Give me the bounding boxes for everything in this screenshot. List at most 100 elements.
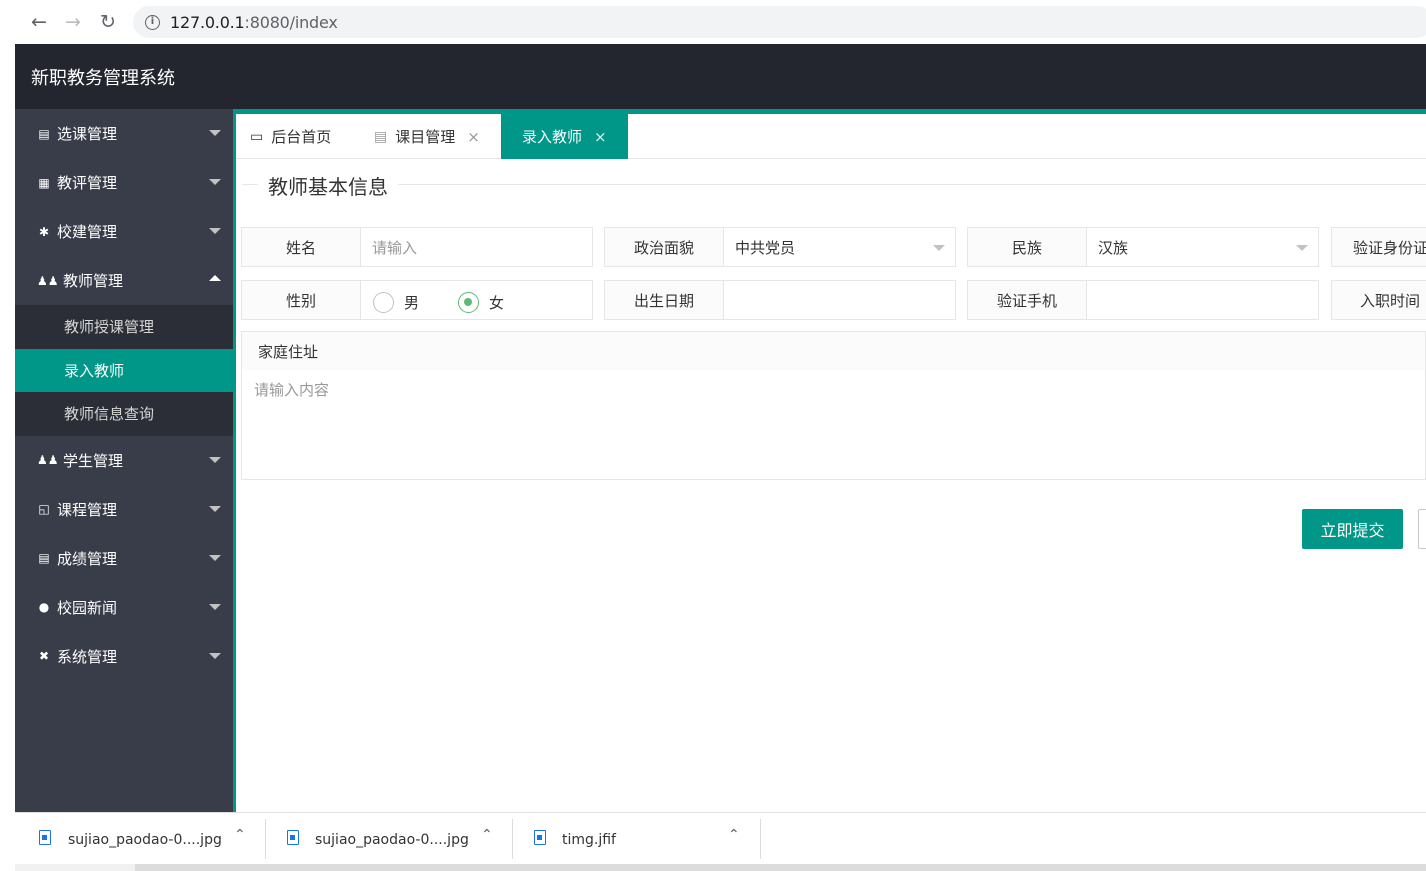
tab-bar: ▭ 后台首页 ▤ 课目管理 × 录入教师 ×: [236, 114, 1426, 159]
scrollbar-thumb[interactable]: [135, 864, 1426, 871]
sidebar-item-course-management[interactable]: ◱ 课程管理: [15, 485, 233, 534]
phone-input[interactable]: [1086, 280, 1319, 320]
gender-label: 性别: [241, 280, 361, 320]
tree-icon: ✱: [38, 224, 50, 239]
sidebar-item-label: 校建管理: [57, 224, 118, 241]
gender-female-label[interactable]: 女: [489, 292, 504, 313]
chevron-down-icon: [1296, 245, 1308, 251]
chevron-up-icon: [209, 275, 221, 281]
book-icon: ◱: [38, 502, 50, 516]
main-content: ▭ 后台首页 ▤ 课目管理 × 录入教师 × 教师基本信息 姓名 请输入 政治面…: [236, 109, 1426, 812]
downloads-bar: sujiao_paodao-0....jpg ⌃ sujiao_paodao-0…: [15, 812, 1426, 864]
teacher-submenu: 教师授课管理 录入教师 教师信息查询: [15, 305, 233, 436]
gender-male-label[interactable]: 男: [404, 292, 419, 313]
chevron-down-icon: [209, 652, 221, 659]
name-input[interactable]: 请输入: [360, 227, 593, 267]
download-filename: timg.jfif: [562, 832, 616, 848]
sidebar-item-label: 系统管理: [57, 648, 118, 666]
download-filename: sujiao_paodao-0....jpg: [315, 832, 469, 848]
form-legend: 教师基本信息: [258, 171, 398, 200]
sidebar-item-label: 课程管理: [57, 501, 118, 519]
users-icon: ♟♟: [37, 273, 59, 288]
reset-button[interactable]: [1418, 509, 1426, 549]
download-item[interactable]: sujiao_paodao-0....jpg ⌃: [15, 813, 265, 865]
chevron-down-icon: [933, 245, 945, 251]
sidebar-item-teacher-management[interactable]: ♟♟ 教师管理: [15, 256, 233, 305]
back-arrow-icon[interactable]: ←: [26, 9, 52, 35]
sidebar-item-student-management[interactable]: ♟♟ 学生管理: [15, 436, 233, 485]
fieldset-border: [242, 184, 1426, 185]
chevron-down-icon: [209, 179, 221, 185]
birth-date-input[interactable]: [723, 280, 956, 320]
browser-toolbar: ← → ↻ i 127.0.0.1:8080/index: [15, 0, 1426, 44]
app-title: 新职教务管理系统: [31, 68, 175, 88]
url-text: 127.0.0.1:8080/index: [170, 12, 338, 32]
tab-add-teacher[interactable]: 录入教师 ×: [501, 114, 628, 159]
document-icon: ▤: [38, 126, 50, 141]
site-info-icon[interactable]: i: [145, 14, 160, 30]
sidebar-item-campus-news[interactable]: ● 校园新闻: [15, 583, 233, 632]
download-item[interactable]: sujiao_paodao-0....jpg ⌃: [266, 813, 512, 865]
chevron-up-icon[interactable]: ⌃: [481, 827, 493, 843]
address-bar[interactable]: i 127.0.0.1:8080/index: [133, 6, 1426, 38]
sidebar-item-course-selection[interactable]: ▤ 选课管理: [15, 109, 233, 158]
tab-label: 后台首页: [271, 129, 332, 146]
politics-value: 中共党员: [735, 239, 796, 257]
chevron-up-icon[interactable]: ⌃: [234, 827, 246, 843]
ethnic-label: 民族: [967, 227, 1087, 267]
sidebar-item-label: 教评管理: [57, 175, 118, 192]
grid-icon: ▦: [38, 175, 50, 190]
sidebar-subitem-add-teacher[interactable]: 录入教师: [15, 348, 233, 392]
sidebar-item-label: 成绩管理: [57, 550, 118, 568]
sidebar-item-label: 教师管理: [63, 273, 124, 290]
sidebar-item-label: 学生管理: [63, 452, 124, 470]
chevron-down-icon: [209, 228, 221, 234]
chevron-down-icon: [209, 130, 221, 136]
close-icon[interactable]: ×: [594, 128, 607, 146]
hire-date-label: 入职时间: [1331, 280, 1426, 320]
close-icon[interactable]: ×: [467, 128, 480, 146]
sidebar-item-teaching-evaluation[interactable]: ▦ 教评管理: [15, 158, 233, 207]
image-file-icon: [39, 830, 51, 845]
phone-label: 验证手机: [967, 280, 1087, 320]
politics-select[interactable]: 中共党员: [723, 227, 956, 267]
sidebar-subitem-teacher-query[interactable]: 教师信息查询: [15, 392, 233, 436]
tab-label: 录入教师: [522, 129, 583, 146]
address-textarea[interactable]: 请输入内容: [241, 370, 1426, 480]
sidebar-item-grade-management[interactable]: ▤ 成绩管理: [15, 534, 233, 583]
sidebar-item-label: 校园新闻: [57, 599, 118, 617]
sidebar-item-campus-building[interactable]: ✱ 校建管理: [15, 207, 233, 256]
gender-female-radio[interactable]: [458, 292, 479, 313]
chevron-down-icon: [209, 603, 221, 610]
chevron-down-icon: [209, 554, 221, 561]
chevron-down-icon: [209, 456, 221, 463]
name-label: 姓名: [241, 227, 361, 267]
sidebar-nav: ▤ 选课管理 ▦ 教评管理 ✱ 校建管理 ♟♟ 教师管理 教师授课管理 录入教师…: [15, 109, 233, 812]
reload-icon[interactable]: ↻: [95, 9, 121, 35]
id-card-label: 验证身份证: [1331, 227, 1426, 267]
download-item[interactable]: timg.jfif ⌃: [513, 813, 760, 865]
image-file-icon: [287, 830, 299, 845]
tab-subject-management[interactable]: ▤ 课目管理 ×: [374, 114, 480, 159]
monitor-icon: ▭: [250, 128, 264, 145]
chevron-up-icon[interactable]: ⌃: [728, 827, 740, 843]
sidebar-item-system-management[interactable]: ✖ 系统管理: [15, 632, 233, 681]
document-icon: ▤: [374, 128, 388, 145]
forward-arrow-icon[interactable]: →: [60, 9, 86, 35]
users-icon: ♟♟: [37, 453, 59, 467]
chevron-down-icon: [209, 505, 221, 512]
sidebar-subitem-teaching-management[interactable]: 教师授课管理: [15, 305, 233, 349]
gender-male-radio[interactable]: [373, 292, 394, 313]
download-filename: sujiao_paodao-0....jpg: [68, 832, 222, 848]
birth-date-label: 出生日期: [604, 280, 724, 320]
tab-home[interactable]: ▭ 后台首页: [250, 114, 331, 159]
tools-icon: ✖: [38, 649, 50, 663]
ethnic-select[interactable]: 汉族: [1086, 227, 1319, 267]
ethnic-value: 汉族: [1098, 239, 1129, 257]
politics-label: 政治面貌: [604, 227, 724, 267]
app-header: 新职教务管理系统: [15, 44, 1426, 109]
left-edge: [0, 0, 15, 871]
gender-radio-group: 男 女: [360, 280, 593, 320]
sidebar-item-label: 选课管理: [57, 126, 118, 143]
submit-button[interactable]: 立即提交: [1302, 509, 1403, 549]
